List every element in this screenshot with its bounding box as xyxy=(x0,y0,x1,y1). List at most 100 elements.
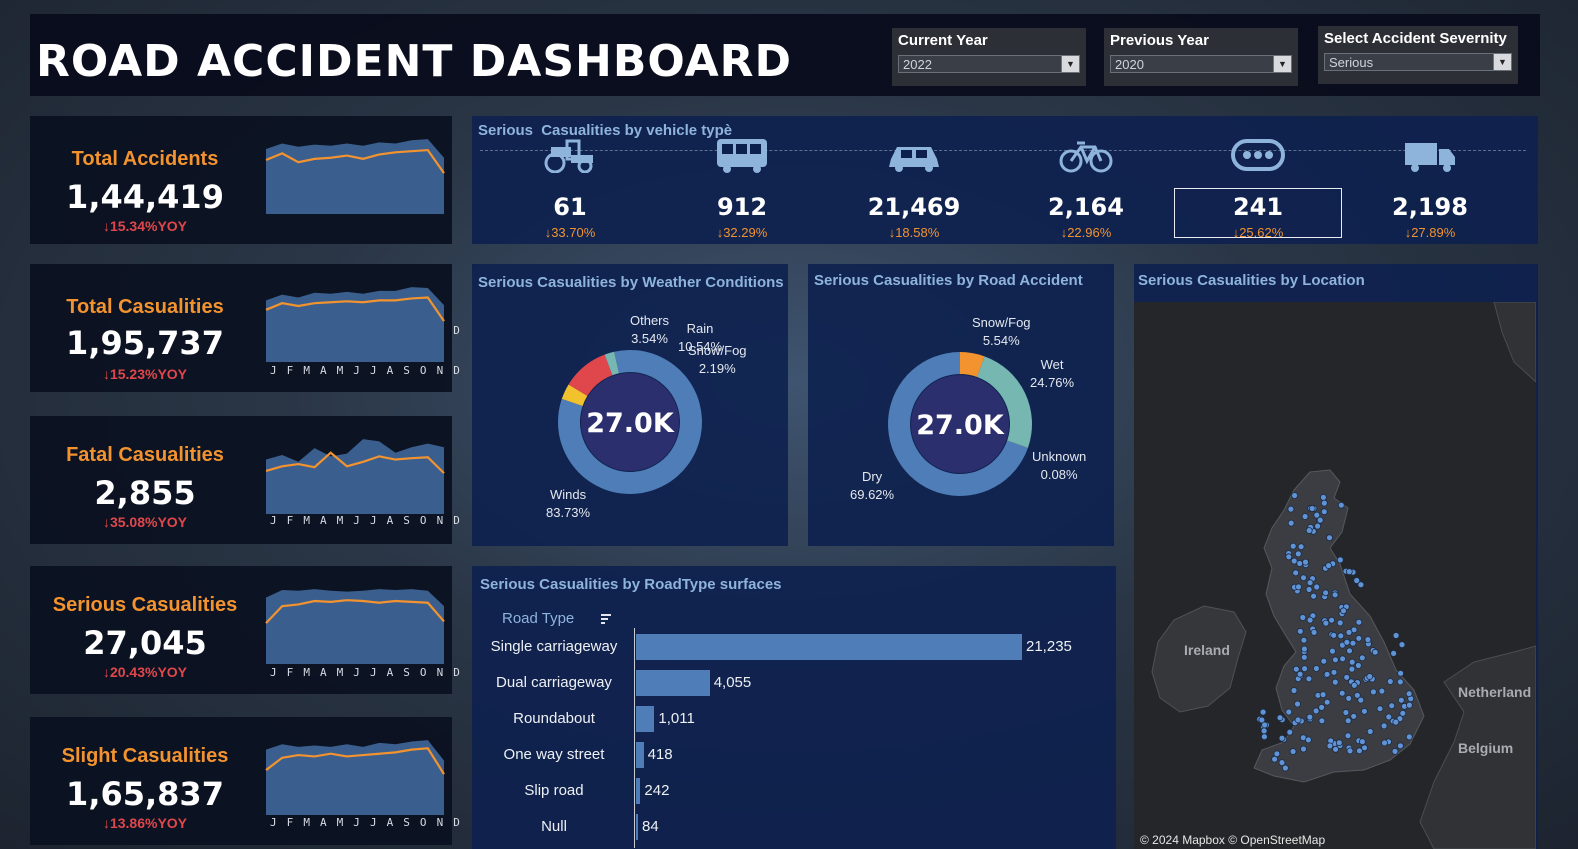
accident-point[interactable] xyxy=(1350,681,1358,689)
accident-point[interactable] xyxy=(1292,569,1300,577)
vehicle-item[interactable]: 61 ↓33.70% xyxy=(486,139,654,241)
accident-point[interactable] xyxy=(1348,658,1356,666)
accident-point[interactable] xyxy=(1305,586,1313,593)
accident-point[interactable] xyxy=(1345,628,1353,636)
accident-point[interactable] xyxy=(1353,691,1361,699)
accident-point[interactable] xyxy=(1358,654,1366,662)
accident-point[interactable] xyxy=(1350,712,1358,720)
accident-point[interactable] xyxy=(1381,739,1388,747)
accident-point[interactable] xyxy=(1310,628,1318,636)
road-type-bar[interactable] xyxy=(636,706,655,732)
accident-point[interactable] xyxy=(1338,689,1346,697)
chevron-down-icon[interactable]: ▼ xyxy=(1061,56,1079,72)
accident-point[interactable] xyxy=(1300,653,1308,661)
accident-point[interactable] xyxy=(1391,747,1399,755)
accident-point[interactable] xyxy=(1306,616,1314,624)
sort-icon[interactable] xyxy=(600,612,614,626)
current-year-select[interactable]: 2022 ▼ xyxy=(898,55,1080,73)
accident-point[interactable] xyxy=(1285,553,1293,561)
accident-point[interactable] xyxy=(1316,516,1324,524)
accident-point[interactable] xyxy=(1312,707,1320,715)
road-type-bar[interactable] xyxy=(636,634,1022,660)
accident-point[interactable] xyxy=(1319,691,1327,699)
accident-point[interactable] xyxy=(1331,656,1339,664)
accident-point[interactable] xyxy=(1320,657,1328,665)
accident-point[interactable] xyxy=(1328,616,1336,624)
accident-point[interactable] xyxy=(1322,619,1330,627)
accident-point[interactable] xyxy=(1397,696,1405,704)
accident-point[interactable] xyxy=(1295,583,1302,591)
accident-point[interactable] xyxy=(1343,673,1351,681)
accident-point[interactable] xyxy=(1301,513,1309,520)
accident-point[interactable] xyxy=(1302,558,1309,566)
chevron-down-icon[interactable]: ▼ xyxy=(1493,54,1511,70)
accident-point[interactable] xyxy=(1305,675,1313,683)
accident-point[interactable] xyxy=(1349,639,1357,647)
accident-point[interactable] xyxy=(1260,733,1268,741)
accident-point[interactable] xyxy=(1380,722,1388,730)
accident-point[interactable] xyxy=(1312,665,1320,672)
accident-point[interactable] xyxy=(1355,634,1363,642)
accident-point[interactable] xyxy=(1364,636,1372,644)
road-type-row[interactable]: One way street 418 xyxy=(472,740,1112,770)
accident-point[interactable] xyxy=(1386,678,1394,685)
accident-point[interactable] xyxy=(1323,670,1331,678)
map-credit[interactable]: © 2024 Mapbox © OpenStreetMap xyxy=(1140,833,1325,847)
accident-point[interactable] xyxy=(1344,717,1352,725)
accident-point[interactable] xyxy=(1320,499,1328,507)
accident-point[interactable] xyxy=(1287,505,1295,513)
location-map[interactable]: Ireland Netherland Belgium © 2024 Mapbox… xyxy=(1134,302,1536,849)
accident-point[interactable] xyxy=(1318,703,1326,711)
accident-point[interactable] xyxy=(1340,607,1347,615)
accident-point[interactable] xyxy=(1286,728,1294,736)
uk-map[interactable] xyxy=(1134,302,1536,849)
accident-point[interactable] xyxy=(1306,579,1314,587)
accident-point[interactable] xyxy=(1378,687,1386,695)
vehicle-item[interactable]: 2,198 ↓27.89% xyxy=(1346,143,1514,241)
accident-point[interactable] xyxy=(1292,665,1300,673)
accident-point[interactable] xyxy=(1358,738,1366,746)
accident-point[interactable] xyxy=(1332,745,1340,753)
accident-point[interactable] xyxy=(1289,748,1297,755)
accident-point[interactable] xyxy=(1318,717,1326,725)
kpi-sparkline[interactable] xyxy=(260,122,450,240)
accident-point[interactable] xyxy=(1300,636,1308,644)
accident-point[interactable] xyxy=(1323,698,1331,706)
accident-point[interactable] xyxy=(1301,665,1309,673)
accident-point[interactable] xyxy=(1287,519,1295,527)
accident-point[interactable] xyxy=(1278,734,1286,742)
accident-point[interactable] xyxy=(1388,702,1396,710)
accident-point[interactable] xyxy=(1354,662,1362,669)
accident-point[interactable] xyxy=(1405,701,1413,709)
chevron-down-icon[interactable]: ▼ xyxy=(1273,56,1291,72)
accident-point[interactable] xyxy=(1300,745,1307,753)
accident-point[interactable] xyxy=(1331,678,1339,686)
accident-point[interactable] xyxy=(1319,493,1327,501)
accident-point[interactable] xyxy=(1369,688,1377,696)
previous-year-select[interactable]: 2020 ▼ xyxy=(1110,55,1292,73)
accident-point[interactable] xyxy=(1285,708,1293,716)
accident-point[interactable] xyxy=(1331,591,1339,599)
accident-point[interactable] xyxy=(1273,750,1281,758)
vehicle-item[interactable]: 2,164 ↓22.96% xyxy=(1002,141,1170,241)
accident-point[interactable] xyxy=(1294,550,1302,558)
accident-point[interactable] xyxy=(1371,648,1379,656)
vehicle-item[interactable]: 241 ↓25.62% xyxy=(1174,139,1342,241)
severity-select[interactable]: Serious ▼ xyxy=(1324,53,1512,71)
accident-point[interactable] xyxy=(1261,721,1269,729)
accident-point[interactable] xyxy=(1300,645,1308,653)
accident-point[interactable] xyxy=(1259,708,1267,716)
accident-point[interactable] xyxy=(1348,665,1356,673)
accident-point[interactable] xyxy=(1294,700,1301,708)
road-type-row[interactable]: Single carriageway 21,235 xyxy=(472,632,1112,662)
accident-point[interactable] xyxy=(1291,492,1299,499)
accident-point[interactable] xyxy=(1320,508,1328,516)
road-type-row[interactable]: Slip road 242 xyxy=(472,776,1112,806)
accident-point[interactable] xyxy=(1290,557,1298,565)
accident-point[interactable] xyxy=(1390,649,1398,657)
accident-point[interactable] xyxy=(1392,718,1400,726)
accident-point[interactable] xyxy=(1405,690,1413,698)
accident-point[interactable] xyxy=(1355,618,1363,626)
accident-point[interactable] xyxy=(1296,627,1304,635)
accident-point[interactable] xyxy=(1396,742,1404,750)
